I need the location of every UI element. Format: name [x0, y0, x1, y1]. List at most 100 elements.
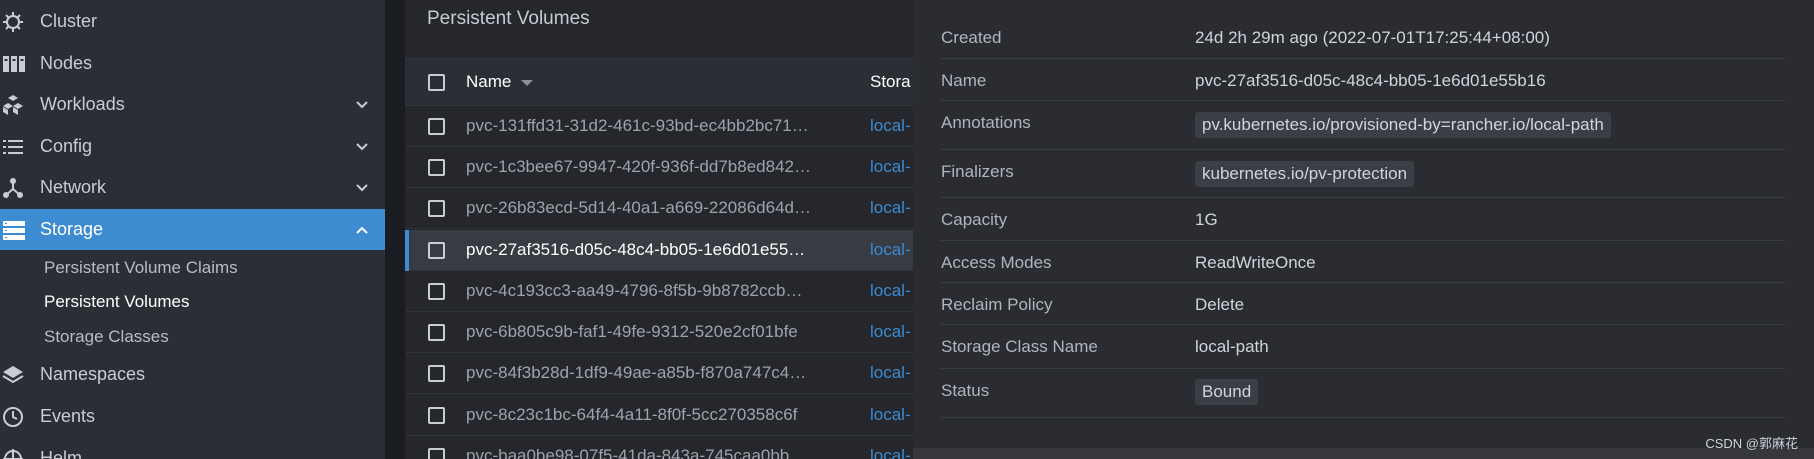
- row-checkbox[interactable]: [428, 242, 445, 259]
- table-row[interactable]: pvc-26b83ecd-5d14-40a1-a669-22086d64d… l…: [405, 188, 913, 229]
- row-checkbox[interactable]: [428, 283, 445, 300]
- table-row[interactable]: pvc-baa0be98-07f5-41da-843a-745caa0bb… l…: [405, 436, 913, 459]
- row-name[interactable]: pvc-131ffd31-31d2-461c-93bd-ec4bb2bc71…: [466, 116, 826, 136]
- sidebar-item-label: Storage: [40, 219, 104, 239]
- row-name[interactable]: pvc-1c3bee67-9947-420f-936f-dd7b8ed842…: [466, 157, 826, 177]
- detail-label: Finalizers: [941, 162, 1014, 181]
- annotation-tag: pv.kubernetes.io/provisioned-by=rancher.…: [1195, 112, 1611, 138]
- detail-label: Storage Class Name: [941, 337, 1098, 356]
- watermark: CSDN @郭麻花: [1705, 436, 1798, 451]
- row-storage-class-link[interactable]: local-: [870, 363, 911, 383]
- layers-icon: [0, 364, 40, 386]
- detail-value: local-path: [1195, 337, 1269, 356]
- sidebar-item-namespaces[interactable]: Namespaces: [0, 354, 385, 395]
- row-checkbox[interactable]: [428, 365, 445, 382]
- sidebar-item-network[interactable]: Network: [0, 167, 385, 208]
- sidebar-item-label: Cluster: [40, 11, 98, 31]
- sidebar-item-label: Config: [40, 136, 93, 156]
- gutter: [385, 0, 405, 459]
- detail-panel: Created 24d 2h 29m ago (2022-07-01T17:25…: [913, 0, 1814, 459]
- row-storage-class-link[interactable]: local-: [870, 240, 911, 260]
- detail-value: pvc-27af3516-d05c-48c4-bb05-1e6d01e55b16: [1195, 71, 1546, 90]
- sort-down-icon[interactable]: [521, 80, 533, 86]
- row-name[interactable]: pvc-26b83ecd-5d14-40a1-a669-22086d64d…: [466, 198, 826, 218]
- sidebar-subitem-storage-classes[interactable]: Storage Classes: [44, 327, 169, 347]
- sidebar-item-nodes[interactable]: Nodes: [0, 43, 385, 84]
- sidebar-item-helm[interactable]: Helm: [0, 438, 385, 459]
- detail-row-capacity: Capacity 1G: [941, 198, 1785, 241]
- detail-row-status: Status Bound: [941, 369, 1785, 418]
- sidebar-item-workloads[interactable]: Workloads: [0, 84, 385, 125]
- column-header-storage-class[interactable]: Stora: [870, 72, 911, 92]
- row-storage-class-link[interactable]: local-: [870, 322, 911, 342]
- row-checkbox[interactable]: [428, 159, 445, 176]
- row-checkbox[interactable]: [428, 448, 445, 459]
- detail-label: Annotations: [941, 113, 1031, 132]
- table-row[interactable]: pvc-1c3bee67-9947-420f-936f-dd7b8ed842… …: [405, 147, 913, 188]
- row-storage-class-link[interactable]: local-: [870, 116, 911, 136]
- sidebar-item-config[interactable]: Config: [0, 126, 385, 167]
- row-name[interactable]: pvc-6b805c9b-faf1-49fe-9312-520e2cf01bfe: [466, 322, 826, 342]
- clock-icon: [0, 406, 40, 428]
- row-storage-class-link[interactable]: local-: [870, 157, 911, 177]
- detail-row-finalizers: Finalizers kubernetes.io/pv-protection: [941, 150, 1785, 198]
- row-name[interactable]: pvc-baa0be98-07f5-41da-843a-745caa0bb…: [466, 446, 826, 459]
- row-storage-class-link[interactable]: local-: [870, 198, 911, 218]
- sidebar-item-label: Network: [40, 177, 107, 197]
- helm-wheel-icon: [0, 11, 40, 33]
- chevron-down-icon: [356, 101, 368, 109]
- row-checkbox[interactable]: [428, 324, 445, 341]
- persistent-volume-list: Persistent Volumes Name Stora pvc-131ffd…: [405, 0, 913, 459]
- chevron-down-icon: [356, 143, 368, 151]
- selection-indicator: [405, 230, 409, 271]
- table-row[interactable]: pvc-6b805c9b-faf1-49fe-9312-520e2cf01bfe…: [405, 312, 913, 353]
- detail-label: Reclaim Policy: [941, 295, 1053, 314]
- detail-row-name: Name pvc-27af3516-d05c-48c4-bb05-1e6d01e…: [941, 59, 1785, 101]
- row-storage-class-link[interactable]: local-: [870, 281, 911, 301]
- detail-row-annotations: Annotations pv.kubernetes.io/provisioned…: [941, 101, 1785, 150]
- detail-row-access-modes: Access Modes ReadWriteOnce: [941, 241, 1785, 283]
- select-all-checkbox[interactable]: [428, 74, 445, 91]
- sidebar-subitem-persistent-volume-claims[interactable]: Persistent Volume Claims: [44, 258, 238, 278]
- table-row-selected[interactable]: pvc-27af3516-d05c-48c4-bb05-1e6d01e55… l…: [405, 230, 913, 271]
- detail-value: ReadWriteOnce: [1195, 253, 1316, 272]
- sidebar: Cluster Nodes Workloads Config Network S…: [0, 0, 385, 459]
- sidebar-item-label: Workloads: [40, 94, 125, 114]
- helm-icon: [0, 448, 40, 459]
- row-checkbox[interactable]: [428, 200, 445, 217]
- detail-row-reclaim-policy: Reclaim Policy Delete: [941, 283, 1785, 325]
- detail-value: Delete: [1195, 295, 1245, 314]
- workloads-icon: [0, 94, 40, 116]
- row-name[interactable]: pvc-84f3b28d-1df9-49ae-a85b-f870a747c4…: [466, 363, 826, 383]
- sidebar-item-cluster[interactable]: Cluster: [0, 1, 385, 42]
- table-row[interactable]: pvc-4c193cc3-aa49-4796-8f5b-9b8782ccb… l…: [405, 271, 913, 312]
- detail-label: Created: [941, 28, 1002, 47]
- sidebar-item-events[interactable]: Events: [0, 396, 385, 437]
- list-icon: [0, 138, 40, 156]
- network-icon: [0, 177, 40, 199]
- row-name[interactable]: pvc-27af3516-d05c-48c4-bb05-1e6d01e55…: [466, 240, 826, 260]
- table-row[interactable]: pvc-8c23c1bc-64f4-4a11-8f0f-5cc270358c6f…: [405, 395, 913, 436]
- sidebar-item-label: Events: [40, 406, 96, 426]
- sidebar-item-label: Nodes: [40, 53, 93, 73]
- storage-icon: [0, 219, 40, 241]
- table-row[interactable]: pvc-84f3b28d-1df9-49ae-a85b-f870a747c4… …: [405, 353, 913, 394]
- row-checkbox[interactable]: [428, 118, 445, 135]
- row-name[interactable]: pvc-8c23c1bc-64f4-4a11-8f0f-5cc270358c6f: [466, 405, 826, 425]
- sidebar-item-storage[interactable]: Storage: [0, 209, 385, 250]
- finalizer-tag: kubernetes.io/pv-protection: [1195, 161, 1415, 187]
- row-name[interactable]: pvc-4c193cc3-aa49-4796-8f5b-9b8782ccb…: [466, 281, 826, 301]
- row-checkbox[interactable]: [428, 407, 445, 424]
- row-storage-class-link[interactable]: local-: [870, 446, 911, 459]
- sidebar-item-label: Helm: [40, 448, 83, 459]
- chevron-up-icon: [356, 226, 368, 234]
- table-row[interactable]: pvc-131ffd31-31d2-461c-93bd-ec4bb2bc71… …: [405, 106, 913, 147]
- row-storage-class-link[interactable]: local-: [870, 405, 911, 425]
- sidebar-subitem-persistent-volumes[interactable]: Persistent Volumes: [44, 292, 190, 312]
- detail-label: Name: [941, 71, 987, 90]
- detail-value: 24d 2h 29m ago (2022-07-01T17:25:44+08:0…: [1195, 28, 1550, 47]
- sidebar-item-label: Namespaces: [40, 364, 146, 384]
- detail-label: Capacity: [941, 210, 1008, 229]
- detail-footer-bar: [913, 448, 1814, 459]
- column-header-name[interactable]: Name: [466, 72, 511, 92]
